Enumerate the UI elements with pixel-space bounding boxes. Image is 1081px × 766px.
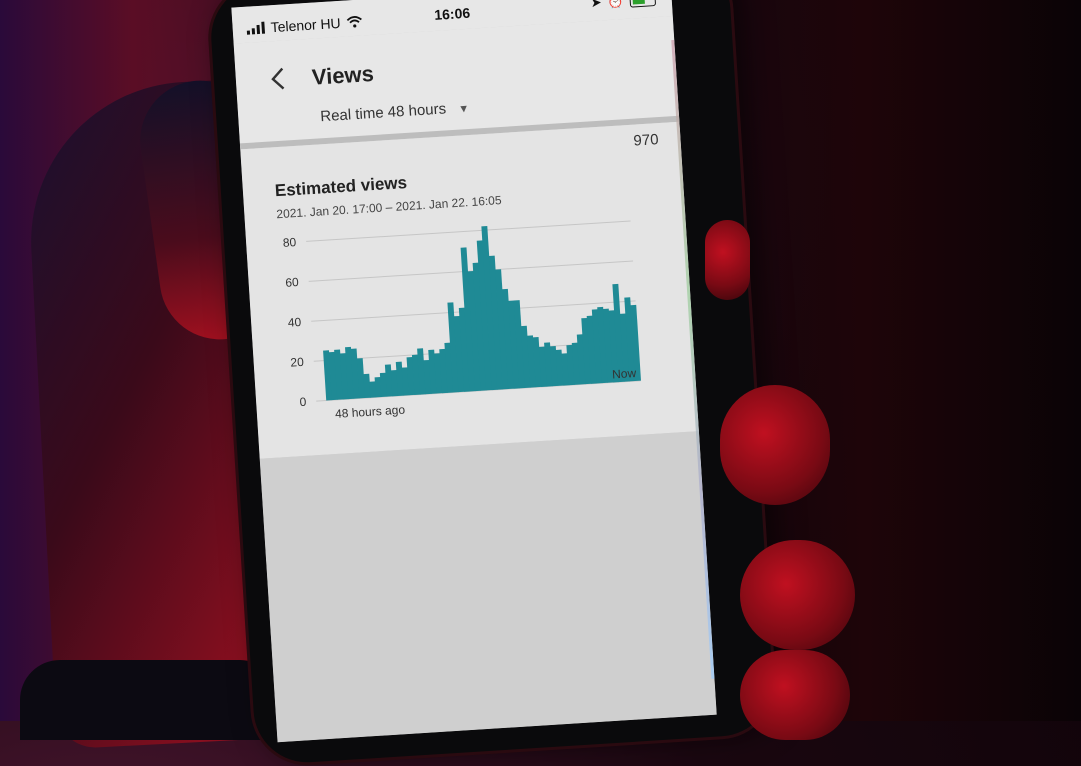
page-title: Views	[311, 60, 375, 90]
y-tick-label: 0	[299, 395, 307, 409]
finger-ring	[740, 650, 850, 740]
x-end-label: Now	[612, 366, 637, 382]
gridline	[306, 220, 631, 242]
sleeve	[20, 660, 280, 740]
phone: Telenor HU 16:06 ➤ ⏰ Views Real time 48 …	[208, 0, 776, 766]
alarm-icon: ⏰	[607, 0, 625, 10]
finger-middle	[740, 540, 855, 650]
finger-tip	[705, 220, 750, 300]
y-tick-label: 60	[285, 275, 300, 290]
total-views: 970	[632, 131, 660, 150]
phone-screen: Telenor HU 16:06 ➤ ⏰ Views Real time 48 …	[231, 0, 717, 743]
time-range-dropdown[interactable]: Real time 48 hours ▼	[320, 99, 470, 125]
back-button[interactable]	[269, 64, 287, 99]
battery-icon	[629, 0, 657, 8]
y-tick-label: 40	[287, 315, 302, 330]
y-tick-label: 20	[290, 355, 305, 370]
location-icon: ➤	[590, 0, 603, 11]
chevron-left-icon	[271, 67, 285, 90]
empty-content-area	[259, 431, 717, 743]
finger-index	[720, 385, 830, 505]
estimated-views-card: 970 Estimated views 2021. Jan 20. 17:00 …	[240, 121, 699, 459]
time-range-label: Real time 48 hours	[319, 100, 447, 126]
y-tick-label: 80	[282, 235, 297, 250]
views-chart: 0 20 40 60 80 48 hours ago Now	[282, 220, 641, 421]
x-start-label: 48 hours ago	[335, 403, 406, 421]
caret-down-icon: ▼	[457, 102, 470, 116]
card-title: Estimated views	[274, 173, 408, 201]
